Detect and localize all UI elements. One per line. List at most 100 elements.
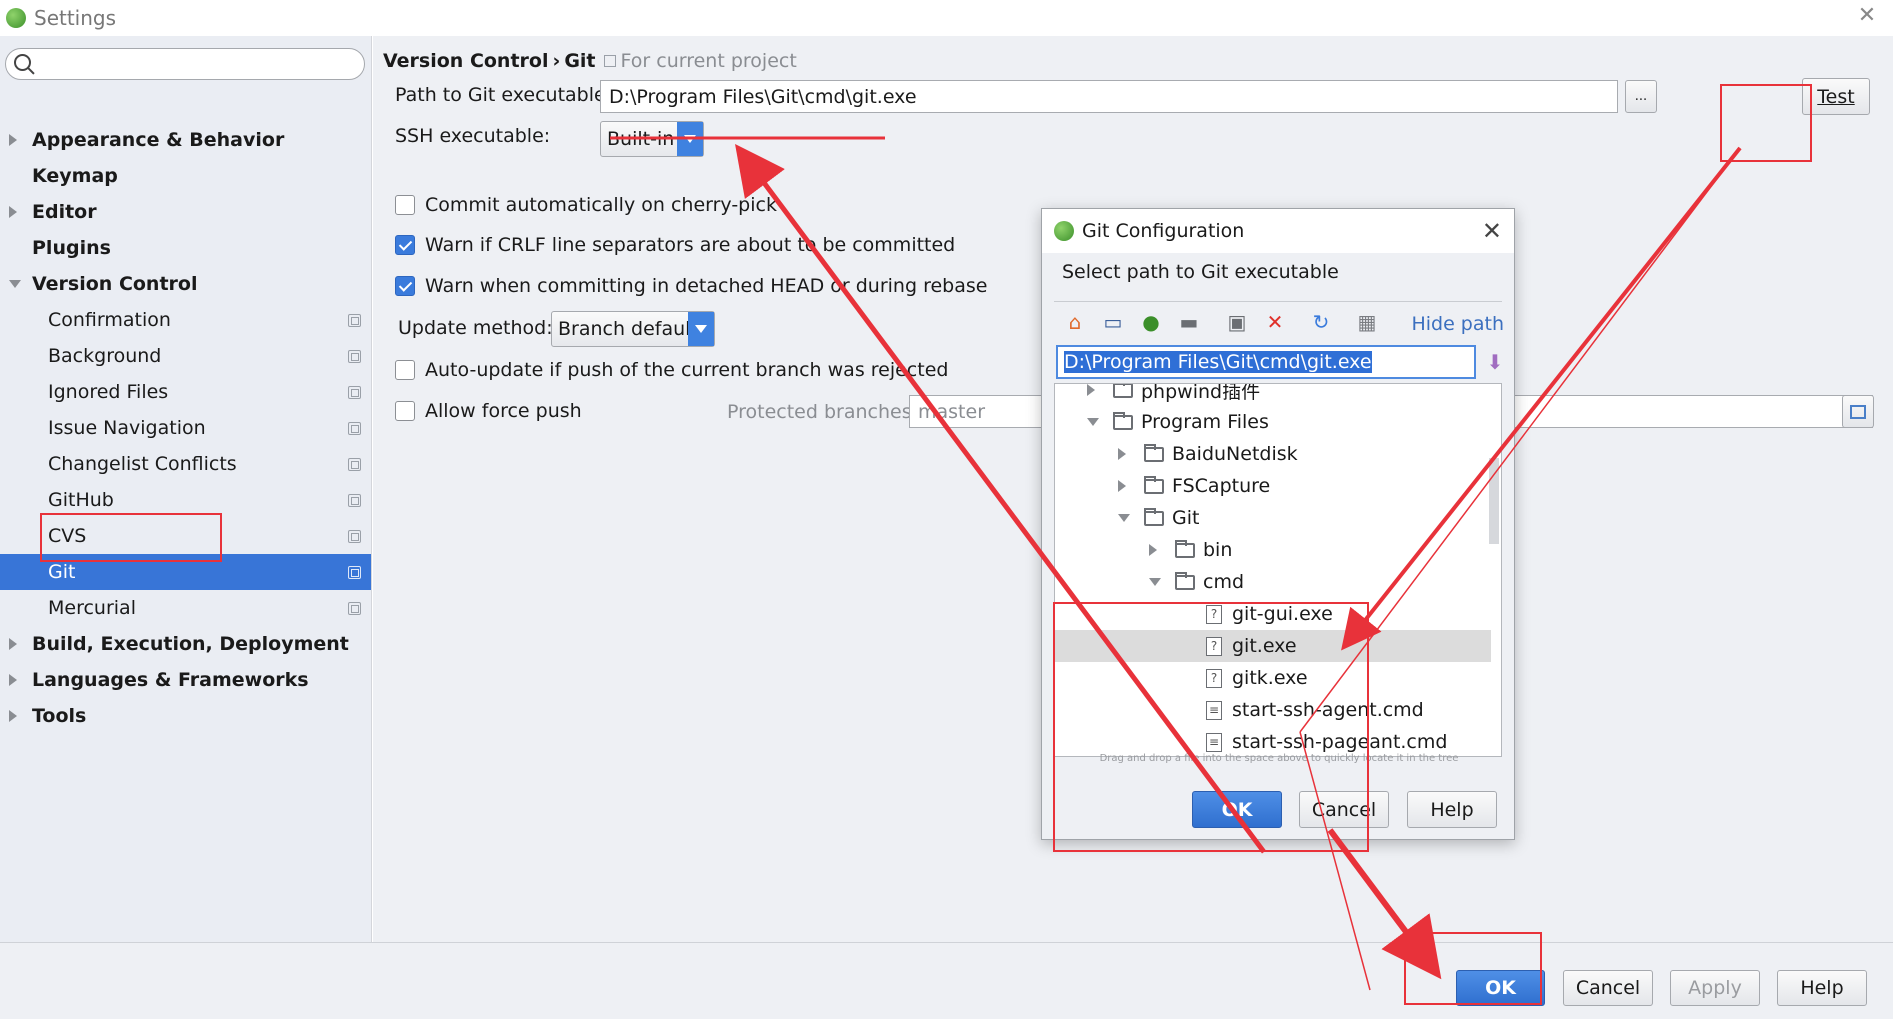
app-icon — [1054, 221, 1074, 241]
chevron-right-icon[interactable] — [1118, 448, 1126, 460]
scrollbar[interactable] — [1489, 458, 1499, 544]
search-input[interactable] — [5, 48, 365, 80]
file-tree-item[interactable]: ≡ start-ssh-agent.cmd — [1055, 694, 1491, 726]
history-icon[interactable]: ⬇ — [1482, 349, 1508, 375]
update-method-select[interactable]: Branch default — [551, 311, 715, 347]
sidebar-item-label: Issue Navigation — [48, 417, 206, 439]
sidebar-item-label: Confirmation — [48, 309, 171, 331]
sidebar-item[interactable]: GitHub — [0, 482, 371, 518]
chevron-right-icon[interactable] — [1087, 384, 1095, 396]
dialog-help-button[interactable]: Help — [1407, 791, 1497, 828]
sidebar-item[interactable]: Git — [0, 554, 371, 590]
sidebar-item[interactable]: Changelist Conflicts — [0, 446, 371, 482]
sidebar-item[interactable]: Ignored Files — [0, 374, 371, 410]
delete-icon[interactable]: ✕ — [1262, 309, 1288, 335]
sidebar-item[interactable]: Appearance & Behavior — [0, 122, 371, 158]
refresh-icon[interactable]: ↻ — [1308, 309, 1334, 335]
home-icon[interactable]: ⌂ — [1062, 309, 1088, 335]
chevron-right-icon[interactable] — [9, 206, 17, 218]
browse-button[interactable]: ... — [1625, 80, 1657, 113]
cancel-button[interactable]: Cancel — [1563, 970, 1653, 1006]
chevron-right-icon[interactable] — [1118, 480, 1126, 492]
checkbox-label: Commit automatically on cherry-pick — [425, 194, 777, 216]
apply-button[interactable]: Apply — [1670, 970, 1760, 1006]
git-configuration-dialog: Git Configuration ✕ Select path to Git e… — [1041, 208, 1515, 840]
sidebar-item-label: Languages & Frameworks — [32, 669, 309, 691]
folder-tree-item[interactable]: bin — [1055, 534, 1491, 566]
sidebar-item[interactable]: Confirmation — [0, 302, 371, 338]
sidebar-item[interactable]: Languages & Frameworks — [0, 662, 371, 698]
ssh-select[interactable]: Built-in — [600, 121, 704, 157]
dialog-cancel-button[interactable]: Cancel — [1299, 791, 1389, 828]
folder-tree-item[interactable]: BaiduNetdisk — [1055, 438, 1491, 470]
folder-tree-item[interactable]: Program Files — [1055, 406, 1491, 438]
folder-tree-item[interactable]: phpwind插件 — [1055, 384, 1491, 406]
chevron-down-icon[interactable] — [1118, 514, 1130, 522]
close-icon[interactable]: ✕ — [1482, 217, 1502, 245]
edit-icon — [1850, 404, 1866, 419]
sidebar-item[interactable]: CVS — [0, 518, 371, 554]
file-tree-item[interactable]: ? git-gui.exe — [1055, 598, 1491, 630]
file-tree-item[interactable]: ? gitk.exe — [1055, 662, 1491, 694]
dialog-path-input[interactable]: D:\Program Files\Git\cmd\git.exe — [1056, 345, 1476, 379]
checkbox-label: Auto-update if push of the current branc… — [425, 359, 949, 381]
chevron-right-icon[interactable] — [9, 710, 17, 722]
divider — [1054, 301, 1502, 302]
checkbox-box[interactable] — [395, 401, 415, 421]
sidebar-item-label: Git — [48, 561, 76, 583]
folder-icon[interactable]: ▬ — [1176, 309, 1202, 335]
checkbox-box[interactable] — [395, 360, 415, 380]
chevron-right-icon[interactable] — [9, 134, 17, 146]
checkbox-box[interactable] — [395, 195, 415, 215]
crlf-warning-checkbox[interactable]: Warn if CRLF line separators are about t… — [395, 234, 955, 256]
folder-icon — [1144, 475, 1164, 494]
project-settings-icon — [348, 601, 361, 615]
unknown-file-icon: ? — [1206, 636, 1222, 656]
dialog-ok-button[interactable]: OK — [1192, 791, 1282, 828]
project-settings-icon — [348, 349, 361, 363]
sidebar-item-label: Keymap — [32, 165, 118, 187]
sidebar-item[interactable]: Plugins — [0, 230, 371, 266]
file-tree-item[interactable]: ? git.exe — [1055, 630, 1491, 662]
folder-icon — [1144, 507, 1164, 526]
chevron-down-icon[interactable] — [9, 280, 21, 288]
sidebar-item[interactable]: Background — [0, 338, 371, 374]
help-button[interactable]: Help — [1777, 970, 1867, 1006]
project-icon[interactable]: ● — [1138, 309, 1164, 335]
sidebar-item[interactable]: Tools — [0, 698, 371, 734]
checkbox-box[interactable] — [395, 276, 415, 296]
cherry-pick-checkbox[interactable]: Commit automatically on cherry-pick — [395, 194, 777, 216]
folder-tree-item[interactable]: cmd — [1055, 566, 1491, 598]
sidebar-item[interactable]: Editor — [0, 194, 371, 230]
git-path-input[interactable]: D:\Program Files\Git\cmd\git.exe — [600, 80, 1618, 113]
close-icon[interactable]: ✕ — [1855, 4, 1879, 28]
auto-update-checkbox[interactable]: Auto-update if push of the current branc… — [395, 359, 948, 381]
force-push-checkbox[interactable]: Allow force push — [395, 400, 582, 422]
sidebar-item-label: Changelist Conflicts — [48, 453, 237, 475]
project-settings-icon — [348, 313, 361, 327]
new-folder-icon[interactable]: ▣ — [1224, 309, 1250, 335]
tree-item-label: git.exe — [1232, 635, 1297, 657]
chevron-right-icon[interactable] — [9, 674, 17, 686]
edit-branches-button[interactable] — [1842, 395, 1874, 428]
sidebar-item[interactable]: Build, Execution, Deployment — [0, 626, 371, 662]
hide-path-link[interactable]: Hide path — [1411, 313, 1504, 335]
desktop-icon[interactable]: ▭ — [1100, 309, 1126, 335]
sidebar-item[interactable]: Version Control — [0, 266, 371, 302]
ok-button[interactable]: OK — [1456, 970, 1545, 1006]
sidebar-item[interactable]: Mercurial — [0, 590, 371, 626]
chevron-right-icon[interactable] — [9, 638, 17, 650]
chevron-right-icon[interactable] — [1149, 544, 1157, 556]
chevron-down-icon[interactable] — [1087, 418, 1099, 426]
folder-tree-item[interactable]: FSCapture — [1055, 470, 1491, 502]
unknown-file-icon: ? — [1206, 604, 1222, 624]
chevron-down-icon[interactable] — [1149, 578, 1161, 586]
folder-tree-item[interactable]: Git — [1055, 502, 1491, 534]
test-button[interactable]: Test — [1802, 78, 1870, 115]
sidebar-item[interactable]: Keymap — [0, 158, 371, 194]
checkbox-box[interactable] — [395, 235, 415, 255]
sidebar-item[interactable]: Issue Navigation — [0, 410, 371, 446]
show-hidden-icon[interactable]: ▦ — [1354, 309, 1380, 335]
detached-head-checkbox[interactable]: Warn when committing in detached HEAD or… — [395, 275, 987, 297]
folder-icon — [1175, 539, 1195, 558]
